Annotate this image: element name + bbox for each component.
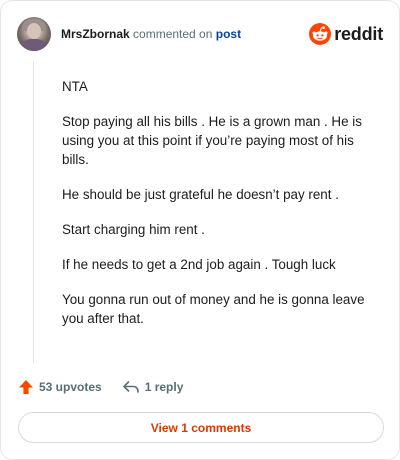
upvote-button[interactable]: 53 upvotes [18,379,102,395]
reply-arrow-icon [122,381,139,393]
view-comments-button[interactable]: View 1 comments [18,412,384,443]
commented-on-text: commented on [133,27,213,41]
thread-line [33,61,34,363]
upvote-count: 53 upvotes [39,380,102,394]
comment-paragraph: You gonna run out of money and he is gon… [62,292,365,326]
avatar[interactable] [17,17,51,51]
post-link[interactable]: post [216,27,241,41]
reply-button[interactable]: 1 reply [122,379,184,395]
comment-paragraph: If he needs to get a 2nd job again . Tou… [62,257,336,272]
comment-body: NTA Stop paying all his bills . He is a … [62,77,380,344]
reddit-wordmark: reddit [334,23,383,44]
comment-card: MrsZbornak commented on post reddit NTA … [0,0,400,460]
comment-meta: MrsZbornak commented on post [61,26,241,42]
comment-paragraph: Stop paying all his bills . He is a grow… [62,114,362,167]
username-link[interactable]: MrsZbornak [61,27,130,41]
reddit-logo[interactable]: reddit [309,23,383,45]
comment-paragraph: NTA [62,79,88,94]
reply-count: 1 reply [144,380,184,394]
comment-paragraph: He should be just grateful he doesn’t pa… [62,187,339,202]
comment-header: MrsZbornak commented on post reddit [17,17,383,51]
reddit-snoo-icon [309,23,332,45]
comment-actions: 53 upvotes 1 reply [18,377,183,397]
comment-paragraph: Start charging him rent . [62,222,205,237]
upvote-arrow-icon [19,380,33,394]
